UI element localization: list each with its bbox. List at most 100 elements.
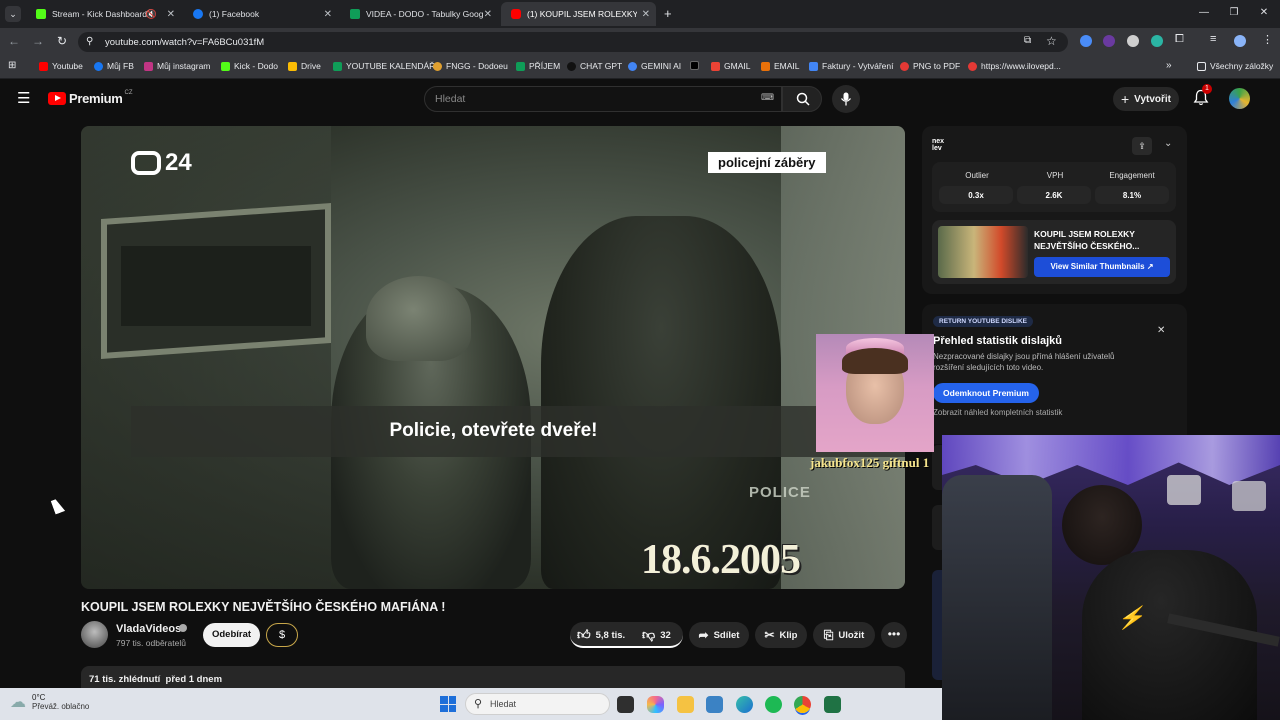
tab-search-button[interactable]: ⌄ xyxy=(5,6,21,22)
tab-kick-dashboard[interactable]: Stream - Kick Dashboard 🔇 ✕ xyxy=(26,2,181,26)
new-tab-button[interactable]: + xyxy=(664,6,672,21)
excel-icon[interactable] xyxy=(824,696,841,713)
tab-youtube-video[interactable]: (1) KOUPIL JSEM ROLEXKY NEJ ✕ xyxy=(501,2,656,26)
voice-search-button[interactable] xyxy=(832,85,860,113)
bookmark-youtube[interactable]: Youtube xyxy=(39,61,83,71)
clip-button[interactable]: ✂ Klip xyxy=(755,622,807,648)
extensions-puzzle-icon[interactable]: ⧠ xyxy=(1175,33,1184,46)
apps-grid-icon[interactable]: ⊞ xyxy=(8,60,16,71)
like-button[interactable]: 👍︎ 5,8 tis. xyxy=(577,627,625,643)
forward-icon[interactable]: → xyxy=(30,34,46,48)
more-bookmarks-icon[interactable]: » xyxy=(1166,60,1172,71)
keyboard-icon[interactable]: ⌨ xyxy=(761,92,774,103)
share-button[interactable]: ➦ Sdílet xyxy=(689,622,749,648)
spotify-icon[interactable] xyxy=(765,696,782,713)
minimize-icon[interactable]: — xyxy=(1196,7,1212,18)
video-player[interactable]: 24 policejní záběry POLICE Policie, otev… xyxy=(81,126,905,589)
all-bookmarks-folder[interactable]: Všechny záložky xyxy=(1197,61,1273,71)
share-export-icon[interactable]: ⇪ xyxy=(1132,137,1152,155)
bookmark-label: Můj instagram xyxy=(157,61,211,71)
bookmark-facebook[interactable]: Můj FB xyxy=(94,61,134,71)
unlock-premium-button[interactable]: Odemknout Premium xyxy=(933,383,1039,403)
hamburger-menu-icon[interactable]: ☰ xyxy=(17,89,30,107)
fngg-icon xyxy=(433,61,442,71)
tab-google-sheets[interactable]: VIDEA - DODO - Tabulky Goog ✕ xyxy=(340,2,498,26)
dislike-close-icon[interactable]: ✕ xyxy=(1157,325,1165,336)
url-text[interactable]: youtube.com/watch?v=FA6BCu031fM xyxy=(105,37,264,48)
bookmark-youtube-calendar[interactable]: YOUTUBE KALENDÁŘ xyxy=(333,61,435,71)
bookmark-fngg[interactable]: FNGG - Dodoeu xyxy=(433,61,508,71)
more-actions-button[interactable]: ••• xyxy=(881,622,907,648)
dislike-button[interactable]: 👎︎ 32 xyxy=(642,627,671,643)
taskbar-search-input[interactable]: Hledat xyxy=(490,699,516,709)
reading-list-icon[interactable]: ≡ xyxy=(1210,33,1216,45)
start-button[interactable] xyxy=(440,696,456,712)
extension-icon[interactable] xyxy=(1103,35,1115,47)
bookmark-ilovepdf[interactable]: https://www.ilovepd... xyxy=(968,61,1061,71)
extension-icon[interactable] xyxy=(1080,35,1092,47)
muted-icon[interactable]: 🔇 xyxy=(146,9,157,20)
thanks-button[interactable]: $ xyxy=(266,623,298,647)
profile-avatar[interactable] xyxy=(1234,35,1246,47)
copilot-icon[interactable] xyxy=(647,696,664,713)
create-button[interactable]: + Vytvořit xyxy=(1113,87,1179,111)
subscribe-button[interactable]: Odebírat xyxy=(203,623,260,647)
streamer-webcam: ⚡ xyxy=(942,435,1280,720)
bookmark-prijem[interactable]: PŘÍJEM xyxy=(516,61,560,71)
drive-icon xyxy=(288,61,297,71)
install-app-icon[interactable]: ⧉ xyxy=(1024,35,1031,46)
full-stats-preview-link[interactable]: Zobrazit náhled kompletních statistik xyxy=(933,408,1062,417)
restore-icon[interactable]: ❐ xyxy=(1226,7,1242,18)
file-explorer-icon[interactable] xyxy=(677,696,694,713)
reload-icon[interactable]: ↻ xyxy=(54,34,70,48)
extension-icon[interactable] xyxy=(1127,35,1139,47)
task-view-icon[interactable] xyxy=(617,696,634,713)
notifications-button[interactable]: 1 xyxy=(1193,84,1212,111)
bookmark-chatgpt[interactable]: CHAT GPT xyxy=(567,61,622,71)
mouse-cursor xyxy=(50,497,66,515)
view-similar-thumbnails-button[interactable]: View Similar Thumbnails ↗ xyxy=(1034,257,1170,277)
weather-widget[interactable]: ☁ 0°C Převáž. oblačno xyxy=(10,692,89,712)
account-avatar[interactable] xyxy=(1229,88,1250,109)
search-input[interactable]: Hledat xyxy=(435,93,465,105)
chrome-menu-icon[interactable]: ⋮ xyxy=(1262,33,1273,46)
weather-temp: 0°C xyxy=(32,693,46,702)
taskbar-search[interactable]: ⚲ Hledat xyxy=(465,693,610,715)
collapse-chevron-icon[interactable]: ⌄ xyxy=(1164,138,1172,149)
bookmark-gmail[interactable]: GMAIL xyxy=(711,61,750,71)
back-icon[interactable]: ← xyxy=(6,34,22,48)
site-info-icon[interactable]: ⚲ xyxy=(86,36,93,47)
search-button[interactable] xyxy=(782,86,822,112)
like-count: 5,8 tis. xyxy=(595,629,626,641)
bookmark-label: GEMINI AI xyxy=(641,61,682,71)
close-icon[interactable]: ✕ xyxy=(167,9,175,20)
bookmark-png-to-pdf[interactable]: PNG to PDF xyxy=(900,61,960,71)
close-icon[interactable]: ✕ xyxy=(484,9,492,20)
save-button[interactable]: ⎘ Uložit xyxy=(813,622,875,648)
edge-icon[interactable] xyxy=(736,696,753,713)
bookmark-drive[interactable]: Drive xyxy=(288,61,321,71)
bookmark-unnamed[interactable] xyxy=(690,61,703,70)
youtube-premium-logo[interactable]: Premium CZ xyxy=(48,90,133,106)
bookmark-email[interactable]: EMAIL xyxy=(761,61,800,71)
bookmark-gemini[interactable]: GEMINI AI xyxy=(628,61,681,71)
extension-icon[interactable] xyxy=(1151,35,1163,47)
chrome-icon[interactable] xyxy=(794,696,811,713)
store-icon[interactable] xyxy=(706,696,723,713)
stat-value-vph: 2.6K xyxy=(1017,186,1091,204)
bookmark-faktury[interactable]: Faktury - Vytváření xyxy=(809,61,893,71)
bookmark-label: Youtube xyxy=(52,61,83,71)
channel-name[interactable]: VladaVideos xyxy=(116,623,181,635)
bookmark-instagram[interactable]: Můj instagram xyxy=(144,61,210,71)
close-icon[interactable]: ✕ xyxy=(642,9,650,20)
bookmark-star-icon[interactable]: ☆ xyxy=(1046,34,1057,48)
video-thumbnail[interactable] xyxy=(938,226,1028,278)
tab-facebook[interactable]: (1) Facebook ✕ xyxy=(183,2,338,26)
channel-avatar[interactable] xyxy=(81,621,108,648)
address-bar[interactable]: ⚲ youtube.com/watch?v=FA6BCu031fM ⧉ ☆ xyxy=(78,32,1068,52)
bookmark-label: PŘÍJEM xyxy=(529,61,561,71)
bookmark-kick[interactable]: Kick - Dodo xyxy=(221,61,278,71)
window-close-icon[interactable]: ✕ xyxy=(1256,7,1272,18)
close-icon[interactable]: ✕ xyxy=(324,9,332,20)
search-box[interactable]: Hledat ⌨ xyxy=(424,86,782,112)
